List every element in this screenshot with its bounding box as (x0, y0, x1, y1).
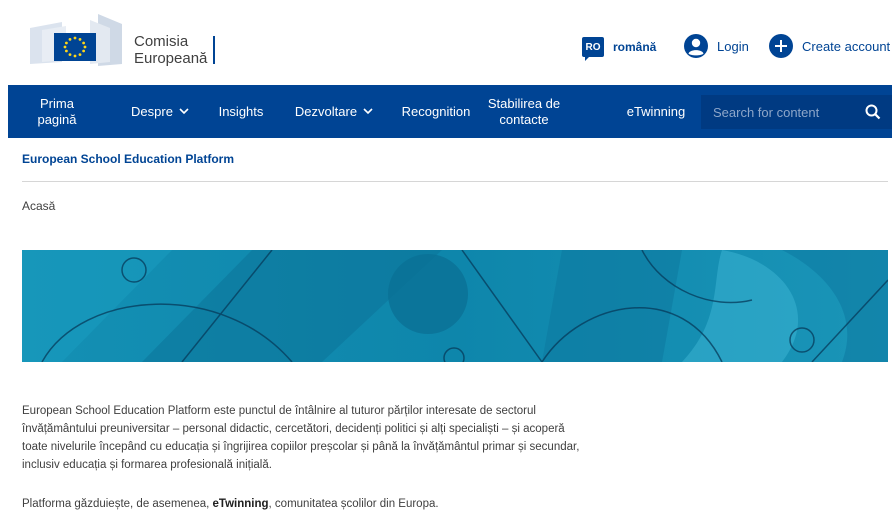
hero-banner (22, 250, 888, 362)
etwinning-link[interactable]: eTwinning (213, 498, 269, 510)
nav-item-label: Insights (218, 103, 264, 119)
nav-item-label: eTwinning (626, 103, 686, 119)
login-label: Login (717, 38, 749, 54)
logo-divider (213, 36, 215, 64)
create-account-link[interactable]: Create account (769, 34, 890, 58)
nav-item-label: Prima pagină (37, 95, 77, 127)
etwinning-text-after: , comunitatea școlilor din Europa. (268, 498, 439, 510)
nav-item-label: Despre (131, 103, 173, 119)
nav-item-label: Stabilirea de contacte (487, 95, 561, 127)
user-icon (684, 34, 708, 58)
divider (22, 181, 888, 182)
nav-item-label: Recognition (401, 103, 471, 119)
nav-item-insights[interactable]: Insights (211, 85, 271, 138)
site-title[interactable]: European School Education Platform (22, 152, 234, 166)
search-icon (865, 104, 881, 120)
plus-circle-icon (769, 34, 793, 58)
ec-logo[interactable]: Comisia Europeană (22, 14, 222, 70)
search-input[interactable]: Search for content (701, 95, 854, 129)
language-code-badge: RO (582, 37, 604, 61)
logo-line2: Europeană (134, 50, 208, 67)
nav-item-development[interactable]: Dezvoltare (286, 85, 382, 138)
nav-item-about[interactable]: Despre (120, 85, 200, 138)
nav-item-label: Dezvoltare (294, 103, 358, 119)
top-header: Comisia Europeană RO română Login Create… (0, 0, 892, 84)
logo-line1: Comisia (134, 33, 189, 50)
nav-item-recognition[interactable]: Recognition (388, 85, 484, 138)
nav-item-networking[interactable]: Stabilirea de contacte (478, 85, 570, 138)
search-button[interactable] (854, 95, 892, 129)
etwinning-paragraph: Platforma găzduiește, de asemenea, eTwin… (22, 498, 439, 510)
etwinning-text-before: Platforma găzduiește, de asemenea, (22, 498, 213, 510)
chevron-down-icon (179, 108, 189, 115)
create-account-label: Create account (802, 38, 891, 54)
intro-paragraph: European School Education Platform este … (22, 405, 580, 471)
banner-illustration (22, 250, 888, 362)
main-navigation: Prima pagină Despre Insights Dezvoltare … (8, 85, 892, 138)
language-name: română (613, 40, 657, 54)
logo-text: Comisia Europeană (134, 33, 207, 67)
login-link[interactable]: Login (684, 34, 749, 58)
eu-flag-logo (30, 14, 122, 66)
language-selector[interactable]: RO română (582, 36, 657, 61)
search-placeholder: Search for content (713, 104, 820, 120)
breadcrumb: Acasă (22, 199, 56, 213)
chevron-down-icon (363, 108, 373, 115)
nav-item-home[interactable]: Prima pagină (22, 85, 92, 138)
nav-item-etwinning[interactable]: eTwinning (620, 85, 692, 138)
